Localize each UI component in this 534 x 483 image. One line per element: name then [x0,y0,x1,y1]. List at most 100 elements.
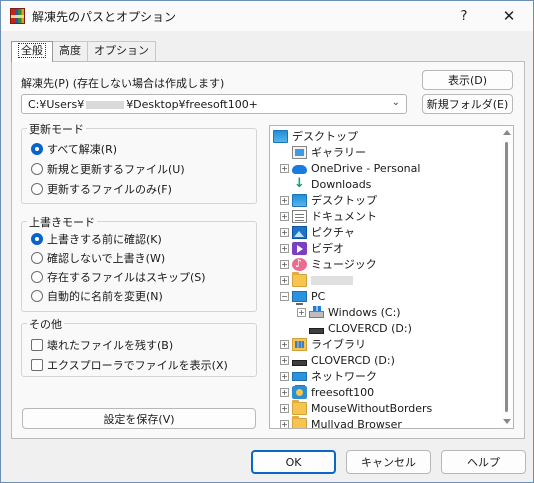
checkbox-show-in-explorer[interactable]: エクスプローラでファイルを表示(X) [31,357,228,373]
folder-icon [292,399,307,415]
tree-item-desktop-root[interactable]: デスクトップ [273,128,358,144]
radio-button[interactable] [31,252,43,264]
tree-item-label: freesoft100 [311,385,375,399]
tree-item-windows-drive[interactable]: + Windows (C:) [297,304,401,320]
chevron-down-icon[interactable]: ⌄ [392,97,400,108]
tree-item-music[interactable]: + ミュージック [280,256,377,272]
redacted-folder-name [311,275,353,285]
update-mode-title: 更新モード [27,121,86,137]
expand-icon[interactable]: + [280,275,289,285]
radio-overwrite-without-prompt[interactable]: 確認しないで上書き(W) [31,250,165,266]
expand-icon[interactable]: + [280,211,289,221]
tree-scrollbar[interactable] [501,126,513,428]
radio-ask-before-overwrite[interactable]: 上書きする前に確認(K) [31,231,162,247]
show-button[interactable]: 表示(D) [422,70,513,90]
ok-button[interactable]: OK [251,450,336,474]
radio-ask-before-overwrite-label: 上書きする前に確認(K) [47,233,162,246]
tab-advanced[interactable]: 高度 [52,41,88,61]
checkbox[interactable] [31,359,43,371]
radio-skip-existing[interactable]: 存在するファイルはスキップ(S) [31,269,206,285]
expand-icon[interactable]: + [280,227,289,237]
download-icon: ↓ [294,175,305,191]
scroll-down-arrow-icon[interactable] [503,419,511,424]
radio-new-and-update-label: 新規と更新するファイル(U) [47,163,185,176]
tree-item-downloads[interactable]: ↓ Downloads [292,176,371,192]
tree-item-pictures[interactable]: + ピクチャ [280,224,355,240]
tree-item-clovercd-pc[interactable]: CLOVERCD (D:) [309,320,412,336]
tree-item-documents[interactable]: + ドキュメント [280,208,377,224]
tree-item-pc[interactable]: − PC [280,288,325,305]
radio-auto-rename[interactable]: 自動的に名前を変更(N) [31,288,163,304]
new-folder-button[interactable]: 新規フォルダ(E) [422,94,513,114]
radio-button-selected[interactable] [31,233,43,245]
drive-icon [292,359,307,366]
window-title: 解凍先のパスとオプション [32,10,177,24]
expand-icon[interactable]: + [280,355,289,365]
destination-path-combo[interactable]: C:¥Users¥ ¥Desktop¥freesoft100+ ⌄ [21,94,407,114]
expand-icon[interactable]: + [280,371,289,381]
collapse-icon[interactable]: − [280,291,289,301]
radio-update-only[interactable]: 更新するファイルのみ(F) [31,181,172,197]
radio-button[interactable] [31,163,43,175]
tree-item-user-folder[interactable]: + [280,271,353,288]
tree-item-label: ドキュメント [311,210,377,223]
folder-tree[interactable]: デスクトップ ギャラリー + OneDrive - Personal ↓ Downl… [269,125,514,429]
help-title-button[interactable]: ? [444,3,484,29]
pictures-icon [292,225,307,239]
tree-item-onedrive[interactable]: + OneDrive - Personal [280,160,420,176]
radio-new-and-update[interactable]: 新規と更新するファイル(U) [31,161,185,177]
tree-item-label: OneDrive - Personal [311,161,421,175]
library-icon [292,337,307,351]
expand-icon[interactable]: + [280,195,289,205]
document-icon [292,209,307,223]
tree-item-mousewithoutborders[interactable]: + MouseWithoutBorders [280,399,432,416]
expand-icon[interactable]: + [297,307,306,317]
checkbox-keep-broken[interactable]: 壊れたファイルを残す(B) [31,337,173,353]
scrollbar-thumb[interactable] [505,142,508,412]
tree-item-network[interactable]: + ネットワーク [280,368,377,387]
tree-item-videos[interactable]: + ビデオ [280,240,344,256]
video-icon [292,241,307,255]
radio-auto-rename-label: 自動的に名前を変更(N) [47,290,163,303]
music-icon [292,257,307,271]
other-title: その他 [27,316,64,332]
save-settings-button[interactable]: 設定を保存(V) [22,408,256,429]
pc-icon [292,290,307,305]
cancel-button[interactable]: キャンセル [346,450,431,474]
tree-item-desktop[interactable]: + デスクトップ [280,192,377,208]
scroll-up-arrow-icon[interactable] [503,130,511,135]
expand-icon[interactable]: + [280,339,289,349]
expand-icon[interactable]: + [280,259,289,269]
tree-item-label: ビデオ [311,242,344,255]
tree-item-libraries[interactable]: + ライブラリ [280,336,366,352]
close-button[interactable]: ✕ [489,3,529,29]
cloud-icon [292,164,307,174]
checkbox[interactable] [31,339,43,351]
title-bar: 解凍先のパスとオプション ? ✕ [1,1,533,31]
tree-item-label: Mullvad Browser [311,417,402,429]
desktop-icon [273,129,288,143]
tab-general[interactable]: 全般 [11,41,53,62]
expand-icon[interactable]: + [280,387,289,397]
tree-item-clovercd[interactable]: + CLOVERCD (D:) [280,352,395,368]
tree-item-label: Windows (C:) [328,305,401,319]
tree-item-gallery[interactable]: ギャラリー [292,144,366,160]
tree-item-freesoft100[interactable]: + freesoft100 [280,384,374,400]
radio-button[interactable] [31,271,43,283]
path-prefix: C:¥Users¥ [28,98,85,111]
expand-icon[interactable]: + [280,403,289,413]
tree-item-mullvad[interactable]: + Mullvad Browser [280,415,402,429]
expand-icon[interactable]: + [280,163,289,173]
gallery-icon [292,145,307,159]
folder-icon [292,271,307,287]
radio-extract-all[interactable]: すべて解凍(R) [31,141,117,157]
expand-icon[interactable]: + [280,419,289,428]
radio-button-selected[interactable] [31,143,43,155]
expand-icon[interactable]: + [280,243,289,253]
radio-overwrite-without-prompt-label: 確認しないで上書き(W) [47,252,166,265]
radio-update-only-label: 更新するファイルのみ(F) [47,183,172,196]
help-button[interactable]: ヘルプ [441,450,526,474]
tab-options[interactable]: オプション [87,41,156,61]
radio-button[interactable] [31,290,43,302]
radio-button[interactable] [31,183,43,195]
